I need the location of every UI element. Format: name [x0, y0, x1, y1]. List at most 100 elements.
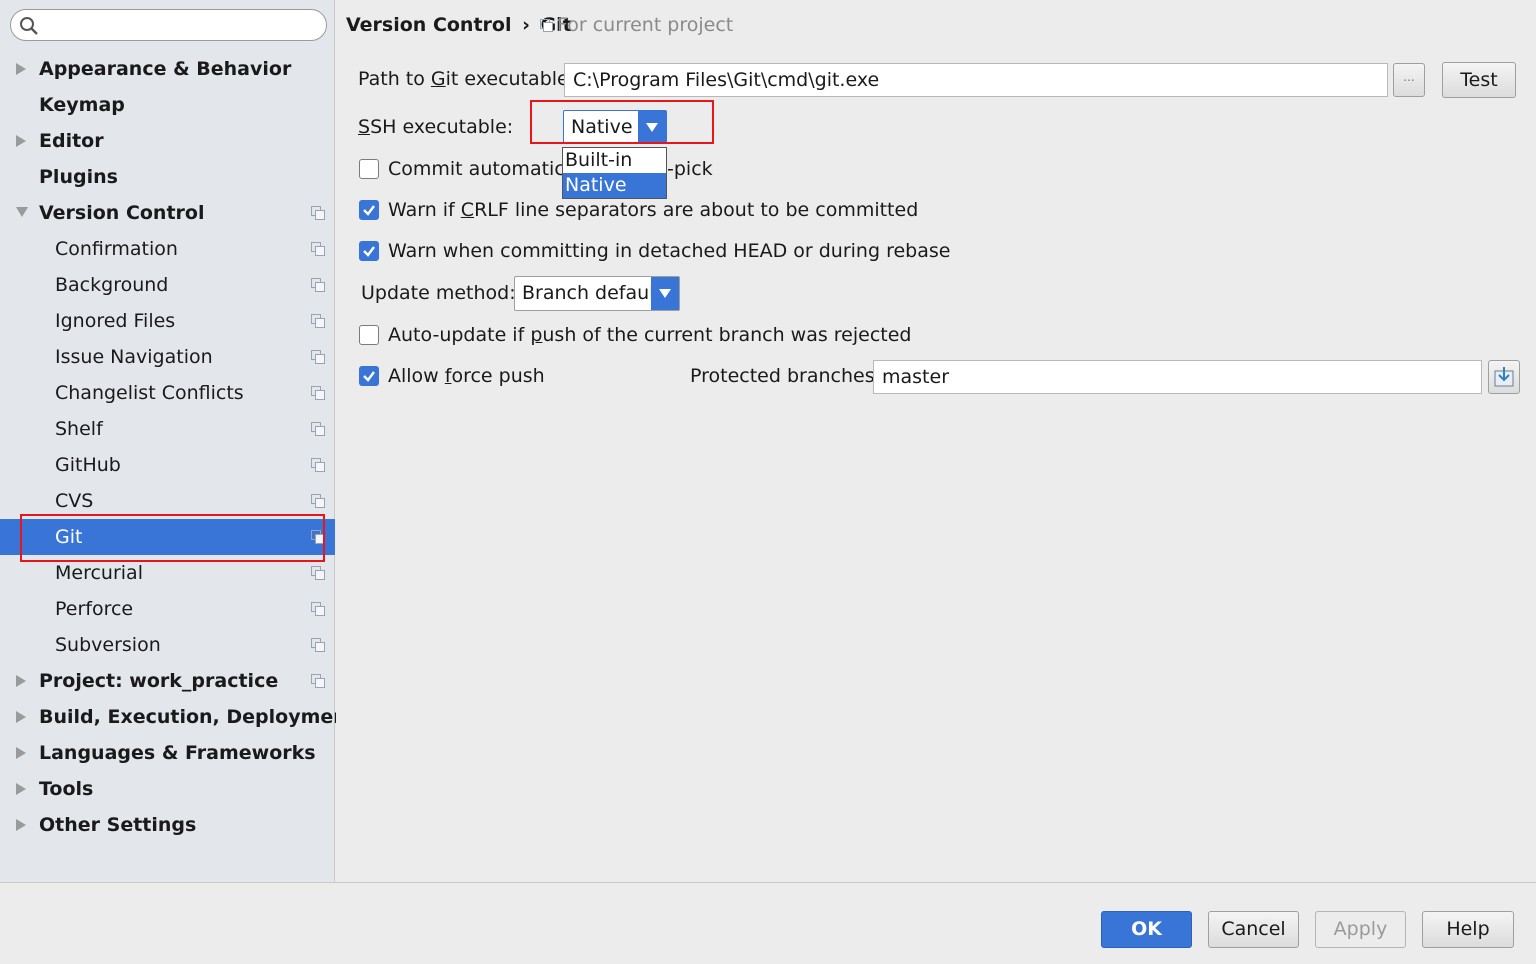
dialog-footer: OK Cancel Apply Help: [0, 882, 1536, 964]
sidebar-item-build-execution-deployment[interactable]: Build, Execution, Deployment: [0, 699, 356, 735]
sidebar-item-label: Editor: [39, 130, 104, 152]
protected-branches-input[interactable]: master: [873, 360, 1482, 394]
sidebar-item-label: GitHub: [55, 454, 121, 476]
sidebar-item-mercurial[interactable]: Mercurial: [0, 555, 335, 591]
sidebar-item-label: Version Control: [39, 202, 205, 224]
project-scope-icon: [311, 278, 325, 292]
sidebar-item-version-control[interactable]: Version Control: [0, 195, 335, 231]
browse-button[interactable]: ...: [1393, 63, 1425, 97]
sidebar-item-label: Other Settings: [39, 814, 197, 836]
sidebar-item-github[interactable]: GitHub: [0, 447, 335, 483]
ok-button[interactable]: OK: [1101, 911, 1192, 948]
expand-arrow-icon[interactable]: [14, 51, 28, 87]
sidebar-item-subversion[interactable]: Subversion: [0, 627, 335, 663]
settings-sidebar: Appearance & Behavior Keymap Editor Plugins…: [0, 0, 356, 882]
expand-arrow-icon[interactable]: [14, 735, 28, 771]
checkmark-icon: [363, 246, 375, 257]
sidebar-item-plugins[interactable]: Plugins: [0, 159, 335, 195]
search-icon: [20, 17, 38, 35]
ssh-option-builtin[interactable]: Built-in: [563, 148, 666, 173]
chevron-down-icon[interactable]: [638, 111, 666, 143]
update-method-dropdown[interactable]: Branch default: [514, 276, 680, 311]
expand-arrow-icon[interactable]: [14, 771, 28, 807]
expand-arrow-icon[interactable]: [14, 123, 28, 159]
force-push-checkbox[interactable]: [359, 366, 379, 386]
sidebar-item-label: Changelist Conflicts: [55, 382, 244, 404]
sidebar-item-editor[interactable]: Editor: [0, 123, 335, 159]
breadcrumb-separator: ›: [522, 14, 530, 36]
breadcrumb: Version Control › Git: [346, 14, 572, 36]
sidebar-item-appearance-behavior[interactable]: Appearance & Behavior: [0, 51, 335, 87]
breadcrumb-parent[interactable]: Version Control: [346, 14, 511, 36]
ssh-option-native[interactable]: Native: [563, 173, 666, 198]
sidebar-item-cvs[interactable]: CVS: [0, 483, 335, 519]
project-scope-icon: [311, 314, 325, 328]
sidebar-item-ignored-files[interactable]: Ignored Files: [0, 303, 335, 339]
sidebar-item-label: Keymap: [39, 94, 125, 116]
load-branches-button[interactable]: [1488, 360, 1520, 394]
apply-button[interactable]: Apply: [1315, 911, 1406, 948]
expand-arrow-icon[interactable]: [14, 807, 28, 843]
checkmark-icon: [363, 205, 375, 216]
sidebar-item-label: Project: work_practice: [39, 670, 279, 692]
sidebar-item-label: Git: [55, 526, 83, 548]
detached-head-label: Warn when committing in detached HEAD or…: [388, 240, 951, 262]
project-scope-icon: [311, 674, 325, 688]
search-field[interactable]: [10, 9, 327, 41]
commit-auto-checkbox[interactable]: [359, 159, 379, 179]
help-button[interactable]: Help: [1422, 911, 1514, 948]
project-scope-icon: [311, 638, 325, 652]
auto-update-label: Auto-update if push of the current branc…: [388, 324, 912, 346]
test-button[interactable]: Test: [1442, 62, 1516, 98]
auto-update-checkbox[interactable]: [359, 325, 379, 345]
project-scope-icon: [311, 566, 325, 580]
project-scope-icon: [311, 206, 325, 220]
expand-arrow-icon[interactable]: [14, 699, 28, 735]
sidebar-item-git[interactable]: Git: [0, 519, 335, 555]
git-path-input[interactable]: C:\Program Files\Git\cmd\git.exe: [564, 63, 1388, 97]
sidebar-item-label: Background: [55, 274, 169, 296]
commit-auto-label-right: -pick: [667, 158, 713, 180]
sidebar-item-issue-navigation[interactable]: Issue Navigation: [0, 339, 335, 375]
ssh-executable-dropdown[interactable]: Native: [563, 110, 667, 144]
ssh-executable-label: SSH executable:: [358, 116, 514, 138]
sidebar-item-label: CVS: [55, 490, 94, 512]
sidebar-item-label: Perforce: [55, 598, 134, 620]
sidebar-item-label: Issue Navigation: [55, 346, 213, 368]
sidebar-item-shelf[interactable]: Shelf: [0, 411, 335, 447]
sidebar-item-label: Subversion: [55, 634, 161, 656]
sidebar-item-label: Tools: [39, 778, 94, 800]
sidebar-item-label: Shelf: [55, 418, 103, 440]
detached-head-checkbox[interactable]: [359, 241, 379, 261]
force-push-label: Allow force push: [388, 365, 545, 387]
commit-auto-label-left: Commit automatica: [388, 158, 577, 180]
sidebar-item-label: Mercurial: [55, 562, 143, 584]
sidebar-item-changelist-conflicts[interactable]: Changelist Conflicts: [0, 375, 335, 411]
crlf-warning-label: Warn if CRLF line separators are about t…: [388, 199, 919, 221]
sidebar-item-keymap[interactable]: Keymap: [0, 87, 335, 123]
sidebar-item-tools[interactable]: Tools: [0, 771, 335, 807]
collapse-arrow-icon[interactable]: [14, 195, 28, 231]
project-scope-icon: [311, 242, 325, 256]
chevron-down-icon[interactable]: [651, 277, 679, 310]
project-scope-icon: [311, 350, 325, 364]
sidebar-item-perforce[interactable]: Perforce: [0, 591, 335, 627]
update-method-label: Update method:: [361, 282, 516, 304]
sidebar-item-label: Languages & Frameworks: [39, 742, 316, 764]
sidebar-item-other-settings[interactable]: Other Settings: [0, 807, 335, 843]
import-icon: [1494, 367, 1514, 387]
sidebar-item-background[interactable]: Background: [0, 267, 335, 303]
sidebar-item-label: Appearance & Behavior: [39, 58, 292, 80]
cancel-button[interactable]: Cancel: [1208, 911, 1299, 948]
sidebar-item-label: Build, Execution, Deployment: [39, 706, 356, 728]
checkmark-icon: [363, 371, 375, 382]
settings-tree: Appearance & Behavior Keymap Editor Plugins…: [0, 51, 356, 843]
expand-arrow-icon[interactable]: [14, 663, 28, 699]
sidebar-item-languages-frameworks[interactable]: Languages & Frameworks: [0, 735, 335, 771]
project-scope-icon: [311, 602, 325, 616]
scope-note-text: For current project: [557, 14, 734, 36]
sidebar-item-label: Confirmation: [55, 238, 178, 260]
sidebar-item-project-work-practice[interactable]: Project: work_practice: [0, 663, 335, 699]
crlf-warning-checkbox[interactable]: [359, 200, 379, 220]
sidebar-item-confirmation[interactable]: Confirmation: [0, 231, 335, 267]
